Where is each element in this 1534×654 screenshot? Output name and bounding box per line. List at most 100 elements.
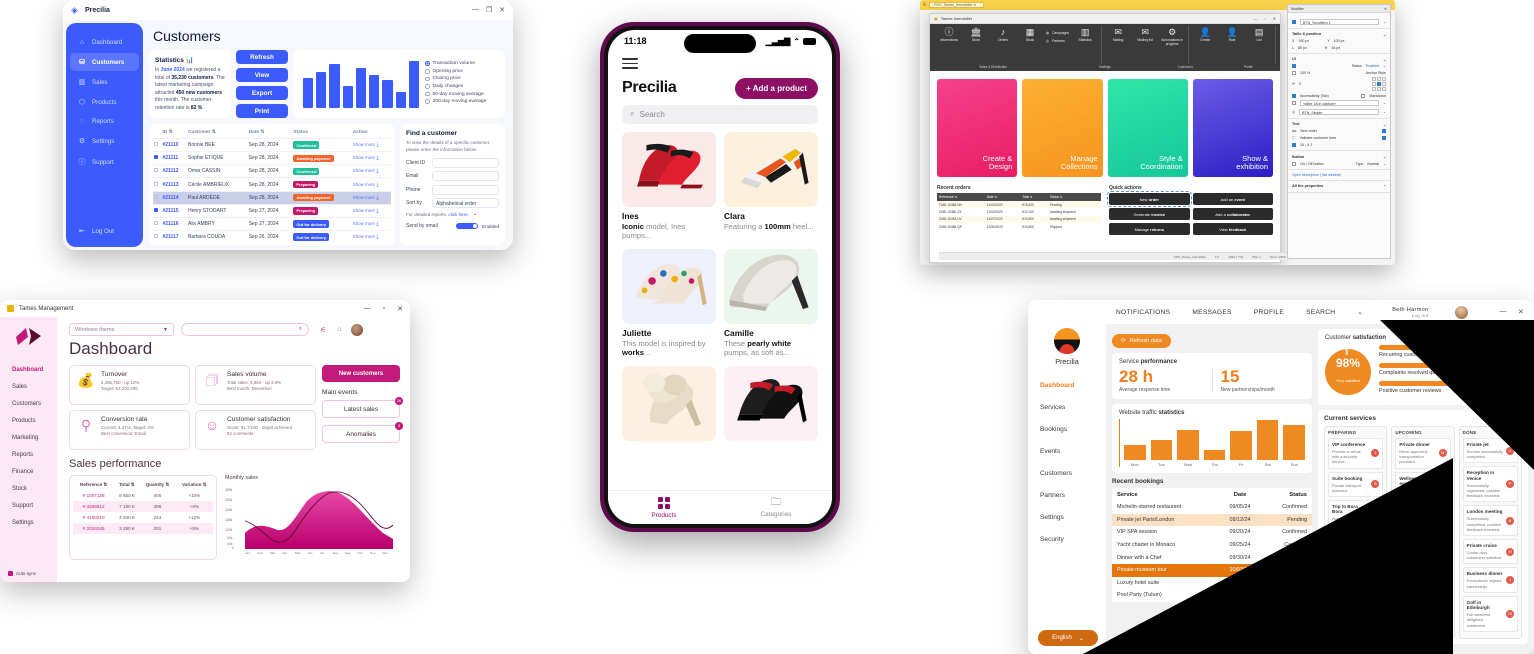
- checkbox[interactable]: [154, 168, 158, 173]
- col-header[interactable]: Date ⇅: [984, 193, 1021, 201]
- order-row[interactable]: CMD-10480-ZX 11/02/2023 €12,100 Awaiting sh…: [937, 208, 1101, 216]
- avatar[interactable]: [350, 323, 363, 336]
- download-icon[interactable]: ⤓: [376, 168, 378, 174]
- table-row[interactable]: #21112 Omar CASSIN Sep 28, 2024 Confirme…: [153, 164, 391, 178]
- y-value[interactable]: 100 px: [1334, 39, 1345, 43]
- caption-dropdown[interactable]: «After 18 in caption» ⌄: [1292, 100, 1386, 106]
- radio-option[interactable]: 200-day moving average: [425, 99, 499, 104]
- col-header[interactable]: Date: [1217, 488, 1263, 501]
- cell-action[interactable]: Show more ⤓: [351, 216, 391, 231]
- radio-option[interactable]: Closing price: [425, 76, 499, 81]
- ribbon-button-role[interactable]: 👤 Role: [1221, 28, 1243, 43]
- col-header[interactable]: Reference ⇅: [73, 479, 114, 490]
- show-more-link[interactable]: Show more: [353, 142, 375, 147]
- col-header[interactable]: Action: [352, 128, 391, 139]
- close-icon[interactable]: ✕: [1273, 16, 1276, 21]
- table-row[interactable]: #21110 Bonnie BEE Sep 28, 2024 Confirmed…: [153, 137, 391, 152]
- avatar[interactable]: [1454, 305, 1468, 319]
- quick-action-feedback[interactable]: View feedback: [1192, 223, 1273, 235]
- x-value[interactable]: 150 px: [1298, 39, 1309, 43]
- font-value[interactable]: 15 - 4 J: [1300, 143, 1312, 147]
- w4-window-controls[interactable]: — ▫ ✕: [364, 305, 403, 313]
- minimize-icon[interactable]: —: [472, 6, 479, 14]
- w1-window-controls[interactable]: — ❐ ✕: [472, 6, 505, 14]
- kanban-card[interactable]: London meeting Successfully completed, po…: [1462, 505, 1518, 536]
- checkbox[interactable]: [154, 142, 158, 147]
- quick-action-returns[interactable]: Manage returns: [1109, 223, 1190, 235]
- opacity-checkbox[interactable]: [1292, 70, 1296, 75]
- maximize-icon[interactable]: ▫: [1264, 16, 1265, 21]
- kanban-card[interactable]: Private dinner Menu approved, transportat…: [1395, 438, 1451, 469]
- hero-card[interactable]: Create & Design: [937, 79, 1018, 177]
- radio-option[interactable]: 50-day moving average: [425, 92, 499, 97]
- checkbox[interactable]: [154, 207, 158, 212]
- table-row[interactable]: #21114 Paul ARDÈDE Sep 28, 2024 Awaiting…: [153, 190, 391, 205]
- refresh-button[interactable]: Refresh: [236, 50, 288, 64]
- font-icon[interactable]: [1292, 143, 1296, 147]
- menu-icon[interactable]: [608, 52, 832, 74]
- ribbon-button-campaigns[interactable]: ◍ Campaigns: [1046, 31, 1069, 35]
- print-button[interactable]: Print: [236, 104, 288, 118]
- checkbox[interactable]: [154, 221, 158, 226]
- close-icon[interactable]: ✕: [397, 305, 403, 313]
- sidebar-item-security[interactable]: Security: [1028, 528, 1106, 550]
- nav-profile[interactable]: PROFILE: [1254, 309, 1284, 316]
- col-header[interactable]: [153, 128, 161, 139]
- minimize-icon[interactable]: —: [1253, 16, 1257, 21]
- email-input[interactable]: [432, 171, 499, 182]
- table-row[interactable]: #21113 Cécile AMBRIEUX Sep 28, 2024 Prep…: [153, 177, 391, 192]
- quick-action-collaborator[interactable]: Add a collaborator: [1192, 208, 1273, 220]
- sidebar-item-support[interactable]: ⓘ Support: [70, 152, 139, 172]
- order-row[interactable]: CMD-10492-UV 11/07/2023 €19,500 Awaiting sh…: [937, 215, 1101, 224]
- nav-notifications[interactable]: NOTIFICATIONS: [1116, 309, 1170, 316]
- cell-action[interactable]: Show more ⤓: [351, 151, 391, 165]
- minimize-icon[interactable]: —: [364, 305, 371, 313]
- type-value[interactable]: Normal: [1367, 162, 1379, 166]
- view-button[interactable]: View: [236, 68, 288, 82]
- radio-option[interactable]: Daily changes: [425, 84, 499, 89]
- kanban-card[interactable]: Private jet Service successfully complete…: [1462, 438, 1518, 464]
- kpi-card[interactable]: ⚲ Conversion rate Current: 4.47%, Target…: [69, 410, 190, 450]
- ribbon-button-statistics[interactable]: ▥ Statistics: [1074, 28, 1096, 43]
- sidebar-item-dashboard[interactable]: Dashboard: [1028, 374, 1106, 396]
- kanban-card[interactable]: Trip to Bora Bora Awaiting validation of …: [1328, 499, 1384, 531]
- col-header[interactable]: Status ⇅: [1047, 193, 1101, 201]
- bell-icon[interactable]: ⌂: [337, 326, 341, 333]
- booking-row[interactable]: Pool Party (Tulum) 10/15/24 Preparing: [1112, 589, 1312, 602]
- radio-option[interactable]: Opening price: [425, 69, 499, 74]
- sidebar-item-bookings[interactable]: Bookings: [1028, 418, 1106, 440]
- sidebar-item-customers[interactable]: ⛁ Customers: [70, 53, 139, 71]
- maximize-icon[interactable]: ▫: [383, 305, 385, 313]
- quick-action-order[interactable]: New order: [1107, 191, 1192, 207]
- chart-metric-radiogroup[interactable]: Transaction volume Opening price Closing p…: [425, 61, 499, 107]
- hero-card[interactable]: Style & Coordination: [1107, 79, 1188, 177]
- kanban-card[interactable]: VIP conference Provide a venue with a sec…: [1328, 438, 1384, 469]
- search-input[interactable]: ⌕: [181, 323, 309, 336]
- ribbon-button-partners[interactable]: ◎ Partners: [1046, 39, 1069, 43]
- new-customers-button[interactable]: New customers: [322, 365, 400, 382]
- kanban-card[interactable]: Suite booking Private transport included.…: [1328, 471, 1384, 497]
- logout-button[interactable]: ⇤ Log Out: [70, 222, 139, 240]
- sidebar-item-stock[interactable]: Stock: [0, 480, 57, 497]
- col-header[interactable]: Variation ⇅: [176, 479, 213, 490]
- show-more-link[interactable]: Show more: [353, 182, 375, 187]
- sales-row[interactable]: # 2024045 3 290 €201 +5%: [73, 523, 213, 534]
- language-selector[interactable]: English ⌄: [1038, 630, 1098, 646]
- detailed-reports-link[interactable]: click here.: [448, 212, 469, 217]
- booking-row[interactable]: VIP SPA session 09/20/24 Confirmed: [1112, 526, 1312, 539]
- booking-row[interactable]: Dinner with a Chef 09/30/24 Confirmed: [1112, 551, 1312, 564]
- ribbon-button-orders[interactable]: ♪ Orders: [992, 28, 1014, 43]
- sales-row[interactable]: # 4100010 3 340 € 244 +12%: [73, 512, 213, 523]
- sidebar-item-customers[interactable]: Customers: [0, 395, 57, 412]
- section-title[interactable]: Text ⌄: [1292, 122, 1386, 127]
- tooltip-value[interactable]: Validate customer form: [1300, 136, 1337, 140]
- nav-search[interactable]: SEARCH: [1306, 309, 1335, 316]
- caption-checkbox[interactable]: [1292, 101, 1296, 105]
- w5-window-controls[interactable]: — ✕: [1500, 308, 1524, 316]
- cell-action[interactable]: Show more ⤓: [351, 177, 391, 192]
- row-checkbox-cell[interactable]: [153, 137, 162, 152]
- quick-action-event[interactable]: Add an event: [1192, 193, 1273, 205]
- user-info[interactable]: Beth Harmon Log out: [1392, 307, 1428, 318]
- cell-action[interactable]: Show more ⤓: [351, 137, 391, 152]
- col-header[interactable]: Status: [1262, 488, 1312, 501]
